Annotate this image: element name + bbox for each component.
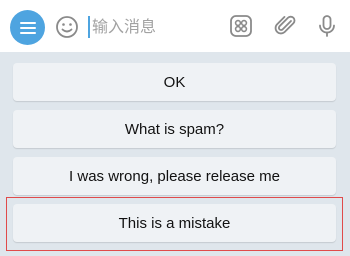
message-composer [0,0,350,52]
microphone-button[interactable] [314,13,340,39]
keyboard-button-what-is-spam[interactable]: What is spam? [13,110,336,148]
menu-button[interactable] [10,10,45,45]
keyboard-button-ok[interactable]: OK [13,63,336,101]
attach-icon [274,15,296,35]
message-input[interactable] [92,12,212,40]
reply-keyboard: OK What is spam? I was wrong, please rel… [0,52,350,256]
attach-button[interactable] [272,13,298,39]
emoji-button[interactable] [54,14,80,40]
keyboard-button-label: OK [163,73,186,91]
text-cursor [88,16,90,38]
microphone-icon [319,15,335,37]
emoji-icon [56,16,78,38]
keyboard-button-mistake[interactable]: This is a mistake [13,204,336,242]
keyboard-button-label: This is a mistake [118,214,231,232]
keyboard-button-release-me[interactable]: I was wrong, please release me [13,157,336,195]
bot-commands-button[interactable] [228,13,254,39]
menu-icon [19,21,36,34]
bot-commands-icon [230,15,252,37]
keyboard-button-label: I was wrong, please release me [69,167,280,185]
keyboard-button-label: What is spam? [124,120,225,138]
